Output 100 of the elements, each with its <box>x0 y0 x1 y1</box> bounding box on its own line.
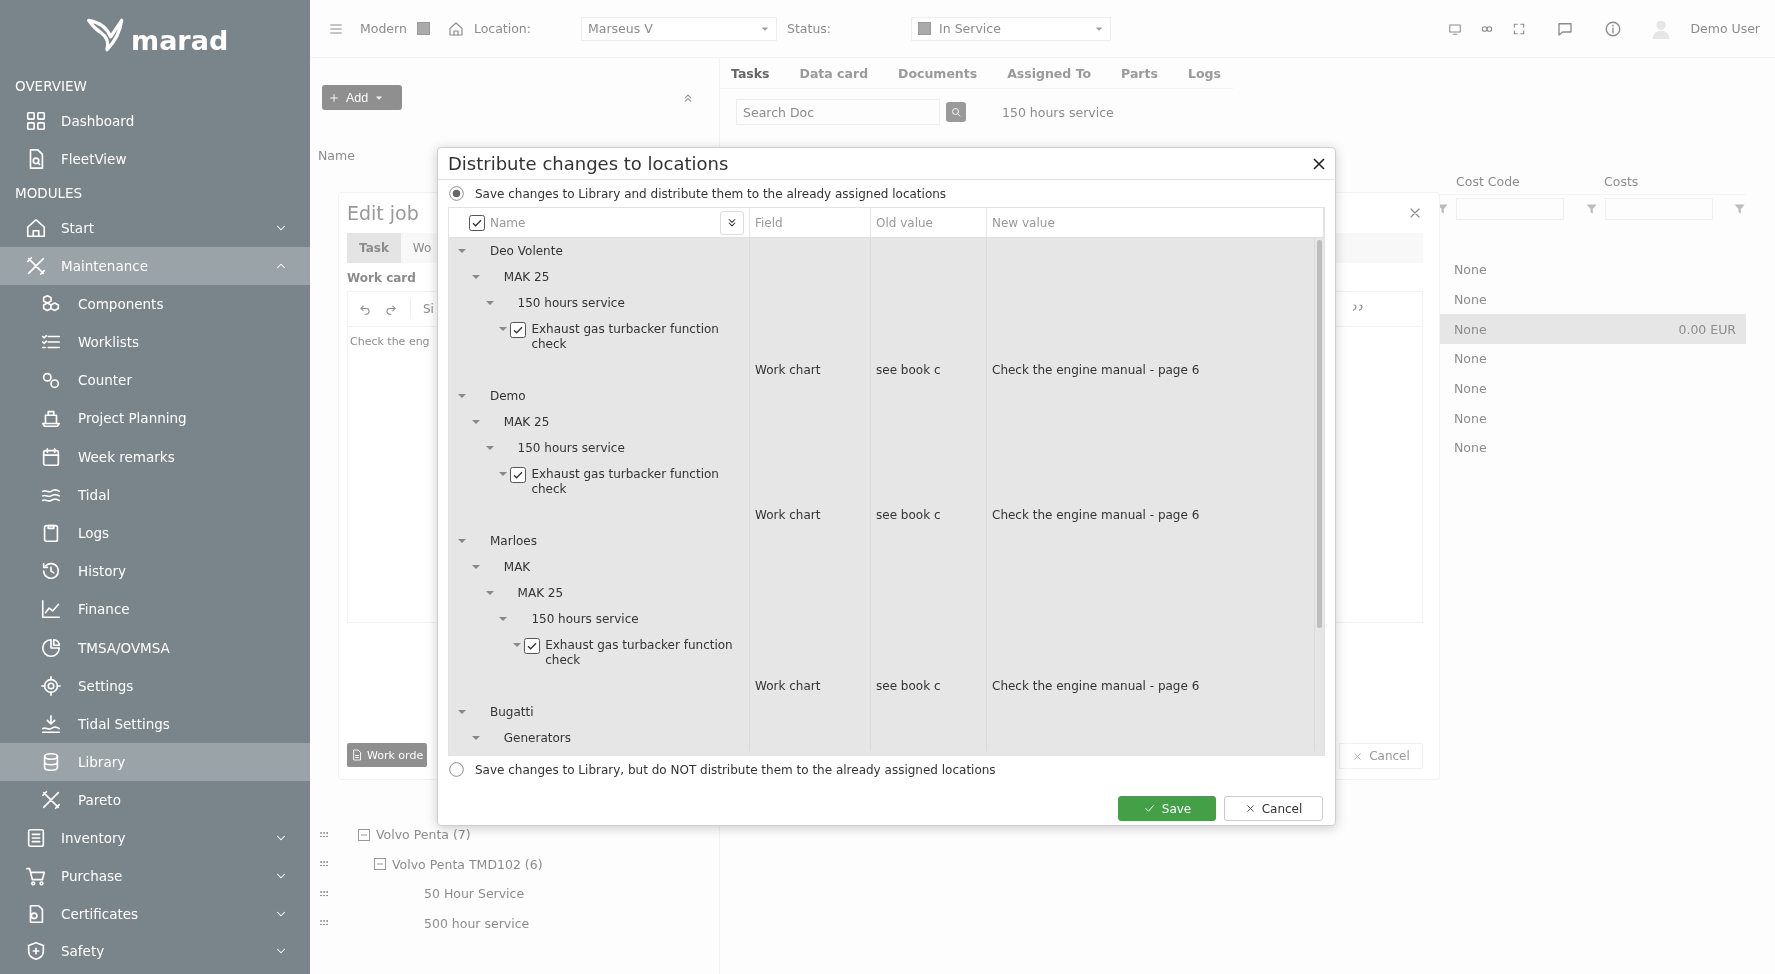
tree-item[interactable]: 150 hours service <box>517 440 631 456</box>
sidebar-item[interactable]: Library <box>0 743 310 782</box>
tab[interactable]: Task <box>347 233 401 263</box>
tree-item[interactable]: MAK 25 <box>517 585 570 601</box>
table-cell: Check the engine manual - page 6 <box>992 679 1200 693</box>
sidebar-item[interactable]: Worklists <box>0 322 310 362</box>
checkbox[interactable] <box>510 466 527 483</box>
monitor-icon <box>1448 21 1463 36</box>
sidebar-item[interactable]: Logs <box>0 513 310 553</box>
sidebar-item[interactable]: Dashboard <box>0 102 310 140</box>
column-header: Cost Code <box>1455 173 1521 189</box>
caret-down-icon[interactable] <box>458 536 466 545</box>
caret-down-icon[interactable] <box>513 640 522 649</box>
minus-box-icon[interactable] <box>358 828 370 841</box>
sidebar-item[interactable]: Tidal Settings <box>0 704 310 743</box>
tree-item[interactable]: 50 Hour Service <box>424 886 525 902</box>
pie-chart-icon <box>40 636 62 659</box>
caret-down-icon[interactable] <box>458 246 466 255</box>
scrollbar-thumb[interactable] <box>1317 240 1322 628</box>
sidebar-item[interactable]: Components <box>0 284 310 323</box>
search-button[interactable] <box>946 102 966 122</box>
location-select[interactable]: Marseus V <box>581 16 777 41</box>
sidebar-item[interactable]: Week remarks <box>0 437 310 476</box>
caret-down-icon[interactable] <box>485 298 494 307</box>
tree-item[interactable]: Volvo Penta (7) <box>376 827 471 843</box>
sidebar-item[interactable]: Safety <box>0 932 310 971</box>
redo-icon <box>384 302 398 316</box>
tree-item[interactable]: MAK 25 <box>503 269 556 285</box>
sidebar-item[interactable]: Finance <box>0 590 310 629</box>
caret-down-icon[interactable] <box>471 417 480 426</box>
table-cell: None <box>1454 381 1487 397</box>
font-size-select[interactable]: Si <box>423 302 434 316</box>
sidebar-item[interactable]: Settings <box>0 666 310 705</box>
add-button[interactable]: Add <box>322 85 402 110</box>
caret-down-icon[interactable] <box>499 614 508 623</box>
caret-down-icon[interactable] <box>485 443 494 452</box>
sidebar-item[interactable]: Tidal <box>0 475 310 514</box>
sidebar-item[interactable]: Counter <box>0 361 310 400</box>
caret-down-icon[interactable] <box>471 562 480 571</box>
sidebar-item[interactable]: Purchase <box>0 857 310 895</box>
option-label: Save changes to Library, but do NOT distribute them to the already assigned locations <box>475 762 996 777</box>
user-name[interactable]: Demo User <box>1690 21 1760 36</box>
table-cell: Work chart <box>755 508 821 522</box>
caret-down-icon[interactable] <box>471 733 480 742</box>
sidebar-item[interactable]: Inventory <box>0 819 310 858</box>
list-board-icon <box>25 827 47 850</box>
caret-down-icon[interactable] <box>485 588 494 597</box>
search-field[interactable]: Search Doc <box>736 99 940 125</box>
tree-item[interactable]: Deo Volente <box>490 243 569 259</box>
sidebar-item[interactable]: Pareto <box>0 781 310 820</box>
caret-down-icon[interactable] <box>458 707 466 716</box>
tree-item[interactable]: Exhaust gas turbacker function check <box>531 466 749 497</box>
tree-item[interactable]: MAK 25 <box>503 414 556 430</box>
tab[interactable]: Tasks <box>731 65 770 81</box>
logo-text: marad <box>131 24 229 56</box>
caret-down-icon[interactable] <box>458 391 466 400</box>
tree-item[interactable]: MAK <box>503 559 537 575</box>
save-button[interactable]: Save <box>1118 796 1216 821</box>
caret-down-icon[interactable] <box>471 272 480 281</box>
tree-item[interactable]: Generators <box>503 730 577 746</box>
radio-button[interactable] <box>449 762 464 777</box>
sidebar-item[interactable]: Maintenance <box>0 247 310 285</box>
radio-button[interactable] <box>449 186 464 201</box>
tab[interactable]: Data card <box>799 65 869 81</box>
sidebar-item[interactable]: Certificates <box>0 894 310 933</box>
checkbox[interactable] <box>524 637 541 654</box>
tab[interactable]: Parts <box>1121 65 1158 81</box>
caret-down-icon[interactable] <box>499 469 508 478</box>
tree-item[interactable]: Demo <box>490 388 532 404</box>
tree-item[interactable]: Marloes <box>490 533 543 549</box>
tree-item[interactable]: Volvo Penta TMD102 (6) <box>392 856 543 872</box>
minus-box-icon[interactable] <box>374 858 386 871</box>
status-select[interactable]: In Service <box>911 16 1112 41</box>
tab[interactable]: Logs <box>1187 65 1221 81</box>
sidebar-item[interactable]: History <box>0 552 310 591</box>
crossed-tools-icon <box>40 789 62 812</box>
mode-checkbox[interactable] <box>416 22 430 35</box>
tree-item[interactable]: 150 hours service <box>531 611 645 627</box>
sidebar-item[interactable]: Project Planning <box>0 399 310 438</box>
tab[interactable]: Assigned To <box>1007 65 1092 81</box>
tree-item[interactable]: 150 hours service <box>517 295 631 311</box>
tab[interactable]: Documents <box>898 65 978 81</box>
tree-item[interactable]: Bugatti <box>490 704 540 720</box>
sidebar-item[interactable]: Start <box>0 209 310 248</box>
caret-down-icon[interactable] <box>499 324 508 333</box>
section-title: OVERVIEW <box>14 77 88 96</box>
tree-item[interactable]: Exhaust gas turbacker function check <box>545 637 749 668</box>
tree-item[interactable]: Exhaust gas turbacker function check <box>531 321 749 352</box>
select-all-checkbox[interactable] <box>469 214 485 231</box>
work-order-button[interactable]: Work orde <box>347 743 428 767</box>
cancel-button[interactable]: Cancel <box>1339 743 1423 769</box>
sidebar-item[interactable]: FleetView <box>0 139 310 178</box>
sidebar-item[interactable]: TMSA/OVMSA <box>0 628 310 667</box>
expand-all-button[interactable] <box>720 210 744 235</box>
close-icon[interactable] <box>1313 157 1325 170</box>
column-header: Costs <box>1603 173 1640 189</box>
checkbox[interactable] <box>510 321 527 338</box>
tree-item[interactable]: 500 hour service <box>424 915 530 931</box>
cancel-button[interactable]: Cancel <box>1224 796 1323 821</box>
filter-icon <box>1732 202 1746 216</box>
